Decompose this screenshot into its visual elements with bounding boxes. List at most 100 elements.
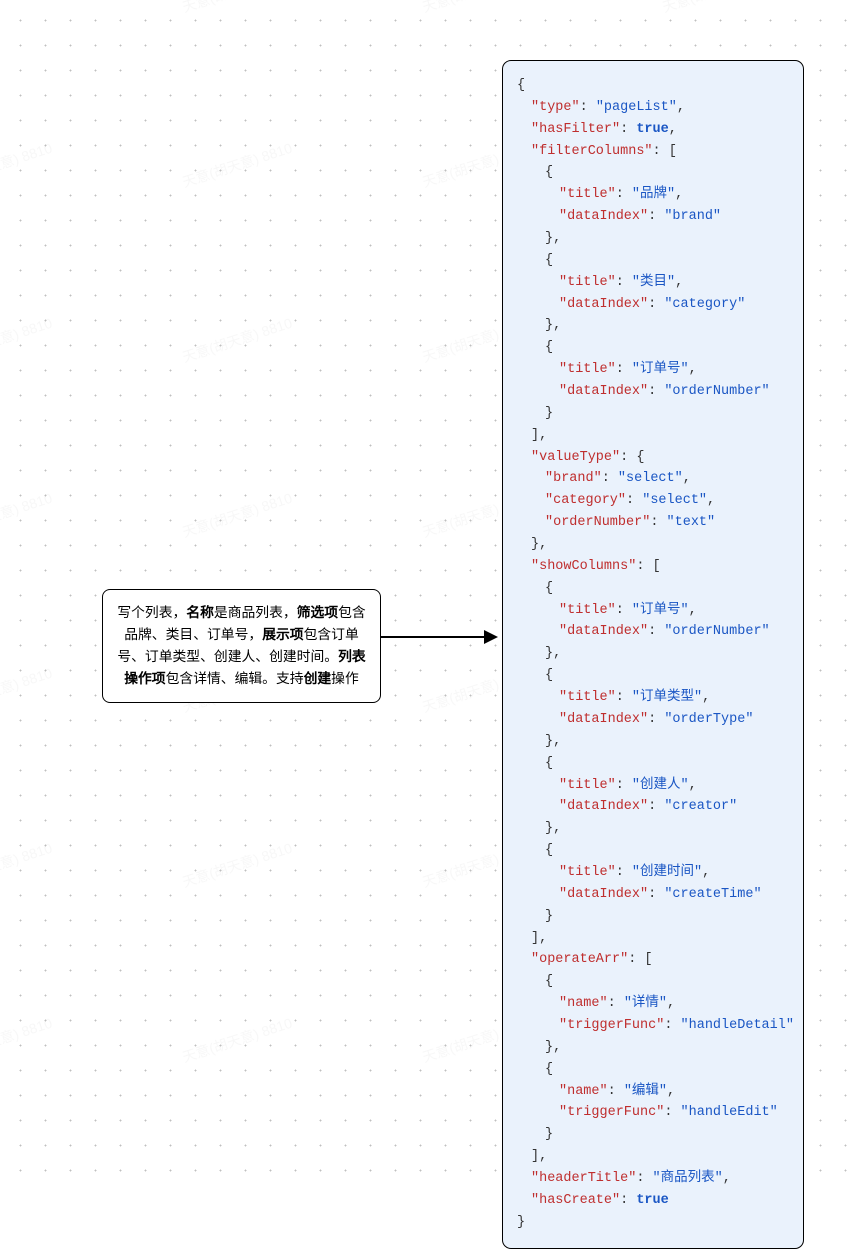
json-punct: : <box>648 209 664 224</box>
json-punct: : <box>648 712 664 727</box>
code-line: "dataIndex": "category" <box>517 294 787 316</box>
json-punct: : <box>616 865 632 880</box>
json-punct: : <box>648 799 664 814</box>
json-string: "详情" <box>624 996 667 1011</box>
json-string: "orderType" <box>664 712 753 727</box>
json-punct: } <box>545 1127 553 1142</box>
json-punct: , <box>723 1171 731 1186</box>
code-line: "name": "编辑", <box>517 1081 787 1103</box>
code-line: { <box>517 75 787 97</box>
json-string: "select" <box>642 493 707 508</box>
json-punct: : <box>616 690 632 705</box>
json-punct: } <box>517 1215 525 1230</box>
json-string: "品牌" <box>632 187 675 202</box>
json-key: "dataIndex" <box>559 384 648 399</box>
code-line: "valueType": { <box>517 447 787 469</box>
code-line: }, <box>517 731 787 753</box>
prompt-text-segment: 写个列表， <box>117 605 186 620</box>
json-punct: ], <box>531 428 547 443</box>
code-line: "title": "订单号", <box>517 600 787 622</box>
code-line: { <box>517 753 787 775</box>
json-punct: ], <box>531 931 547 946</box>
code-line: ], <box>517 425 787 447</box>
code-line: "triggerFunc": "handleEdit" <box>517 1102 787 1124</box>
code-line: { <box>517 971 787 993</box>
json-key: "hasCreate" <box>531 1193 620 1208</box>
json-punct: , <box>667 1084 675 1099</box>
json-string: "handleDetail" <box>681 1018 794 1033</box>
json-key: "triggerFunc" <box>559 1018 664 1033</box>
json-punct: { <box>545 253 553 268</box>
json-string: "类目" <box>632 275 675 290</box>
json-string: "订单号" <box>632 603 689 618</box>
code-line: "showColumns": [ <box>517 556 787 578</box>
json-punct: ], <box>531 1149 547 1164</box>
prompt-bold-segment: 名称 <box>186 605 214 620</box>
json-punct: : <box>648 384 664 399</box>
code-line: "title": "订单号", <box>517 359 787 381</box>
json-key: "operateArr" <box>531 952 628 967</box>
code-line: "title": "创建人", <box>517 775 787 797</box>
code-line: }, <box>517 315 787 337</box>
code-line: "dataIndex": "creator" <box>517 796 787 818</box>
json-punct: : <box>608 1084 624 1099</box>
json-punct: : <box>620 1193 636 1208</box>
json-punct: : <box>648 297 664 312</box>
json-punct: : <box>650 515 666 530</box>
json-punct: : <box>616 362 632 377</box>
code-line: "operateArr": [ <box>517 949 787 971</box>
json-bool: true <box>636 1193 668 1208</box>
json-string: "创建人" <box>632 778 689 793</box>
prompt-text-segment: 操作 <box>331 671 359 686</box>
json-key: "title" <box>559 187 616 202</box>
json-punct: : <box>616 275 632 290</box>
code-line: ], <box>517 928 787 950</box>
json-punct: , <box>675 275 683 290</box>
json-punct: , <box>707 493 715 508</box>
code-line: } <box>517 1124 787 1146</box>
arrow <box>381 633 502 635</box>
json-punct: : <box>608 996 624 1011</box>
code-line: { <box>517 1059 787 1081</box>
json-string: "text" <box>667 515 716 530</box>
json-key: "type" <box>531 100 580 115</box>
json-punct: { <box>545 340 553 355</box>
json-punct: { <box>545 756 553 771</box>
json-string: "brand" <box>664 209 721 224</box>
code-line: "name": "详情", <box>517 993 787 1015</box>
prompt-bold-segment: 展示项 <box>262 627 303 642</box>
json-punct: { <box>545 165 553 180</box>
json-punct: : [ <box>628 952 652 967</box>
json-punct: : <box>602 471 618 486</box>
json-key: "dataIndex" <box>559 712 648 727</box>
json-punct: , <box>683 471 691 486</box>
code-line: "title": "类目", <box>517 272 787 294</box>
code-line: "hasFilter": true, <box>517 119 787 141</box>
code-line: "type": "pageList", <box>517 97 787 119</box>
code-line: "dataIndex": "orderNumber" <box>517 381 787 403</box>
code-line: { <box>517 337 787 359</box>
code-line: ], <box>517 1146 787 1168</box>
json-key: "title" <box>559 362 616 377</box>
json-punct: , <box>669 122 677 137</box>
json-punct: : <box>648 624 664 639</box>
json-punct: : <box>616 778 632 793</box>
json-punct: }, <box>545 821 561 836</box>
json-punct: }, <box>545 646 561 661</box>
json-string: "创建时间" <box>632 865 702 880</box>
prompt-text-segment: 是商品列表， <box>214 605 297 620</box>
prompt-text-segment: 包含详情、编辑。支持 <box>166 671 304 686</box>
json-punct: , <box>689 603 697 618</box>
json-key: "category" <box>545 493 626 508</box>
json-punct: { <box>517 78 525 93</box>
code-line: "brand": "select", <box>517 468 787 490</box>
json-string: "pageList" <box>596 100 677 115</box>
json-key: "dataIndex" <box>559 297 648 312</box>
code-line: }, <box>517 228 787 250</box>
json-punct: { <box>545 581 553 596</box>
code-line: } <box>517 906 787 928</box>
arrow-line <box>381 636 487 638</box>
json-punct: { <box>545 974 553 989</box>
code-line: { <box>517 840 787 862</box>
code-line: }, <box>517 534 787 556</box>
